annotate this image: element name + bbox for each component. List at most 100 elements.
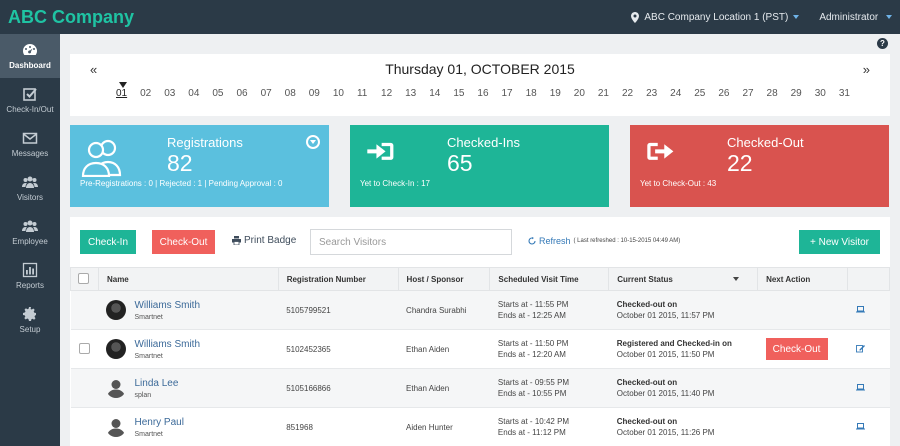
row-check-out-button[interactable]: Check-Out xyxy=(765,338,828,360)
visit-start: Starts at - 11:55 PM xyxy=(497,300,569,309)
day-22[interactable]: 22 xyxy=(622,88,646,99)
chevron-down-icon xyxy=(793,15,800,19)
checked-ins-card[interactable]: Checked-Ins 65 Yet to Check-In : 17 xyxy=(350,125,609,207)
last-refreshed-text: ( Last refreshed : 10-15-2015 04:49 AM) xyxy=(573,238,681,244)
day-05[interactable]: 05 xyxy=(212,88,236,99)
day-02[interactable]: 02 xyxy=(140,88,164,99)
yet-to-check-in: Yet to Check-In : 17 xyxy=(360,179,430,188)
day-07[interactable]: 07 xyxy=(261,88,285,99)
column-registration-number[interactable]: Registration Number xyxy=(277,267,399,291)
help-icon[interactable]: ? xyxy=(877,38,888,49)
registrations-card[interactable]: Registrations 82 Pre-Registrations : 0 |… xyxy=(70,125,329,207)
day-04[interactable]: 04 xyxy=(188,88,212,99)
search-visitors-input[interactable] xyxy=(310,229,512,255)
dashboard-icon xyxy=(23,44,37,55)
visitor-name-link[interactable]: Williams Smith xyxy=(134,339,200,350)
sidebar-item-employee[interactable]: Employee xyxy=(0,210,60,254)
laptop-icon[interactable] xyxy=(855,383,865,392)
print-badge-button[interactable]: Print Badge xyxy=(232,235,296,246)
user-silhouette-avatar xyxy=(107,419,126,437)
column-scheduled-visit-time[interactable]: Scheduled Visit Time xyxy=(489,267,610,291)
bar-chart-icon xyxy=(22,262,38,278)
refresh-button[interactable]: Refresh ( Last refreshed : 10-15-2015 04… xyxy=(528,236,680,246)
registration-number: 5102452365 xyxy=(278,329,399,369)
column-next-action[interactable]: Next Action xyxy=(757,267,848,291)
row-checkbox[interactable] xyxy=(78,342,90,354)
host-sponsor: Ethan Aiden xyxy=(398,368,490,408)
day-25[interactable]: 25 xyxy=(694,88,718,99)
table-row[interactable]: Linda Lee splan 5105166866 Ethan Aiden St… xyxy=(70,368,890,408)
day-23[interactable]: 23 xyxy=(646,88,670,99)
checked-ins-label: Checked-Ins xyxy=(447,135,520,150)
sign-in-icon xyxy=(367,142,394,160)
day-19[interactable]: 19 xyxy=(550,88,574,99)
day-16[interactable]: 16 xyxy=(477,88,501,99)
select-all-checkbox[interactable] xyxy=(78,272,89,284)
checked-out-card[interactable]: Checked-Out 22 Yet to Check-Out : 43 xyxy=(630,125,889,207)
sidebar-item-dashboard[interactable]: Dashboard xyxy=(0,34,60,78)
print-badge-label: Print Badge xyxy=(244,235,297,246)
registration-number: 851968 xyxy=(278,407,399,446)
employees-icon xyxy=(22,220,38,232)
day-06[interactable]: 06 xyxy=(236,88,260,99)
day-12[interactable]: 12 xyxy=(381,88,405,99)
table-row[interactable]: Williams Smith Smartnet 5102452365 Ethan … xyxy=(70,329,890,369)
sidebar-item-reports[interactable]: Reports xyxy=(0,254,60,298)
sidebar-item-label: Visitors xyxy=(16,193,44,202)
visitor-name-link[interactable]: Williams Smith xyxy=(134,300,200,311)
check-in-button[interactable]: Check-In xyxy=(80,230,136,254)
brand-logo[interactable]: ABC Company xyxy=(0,7,300,28)
day-31[interactable]: 31 xyxy=(839,88,863,99)
day-24[interactable]: 24 xyxy=(670,88,694,99)
day-10[interactable]: 10 xyxy=(333,88,357,99)
visitor-photo-avatar xyxy=(106,339,127,359)
day-09[interactable]: 09 xyxy=(309,88,333,99)
table-row[interactable]: Henry Paul Smartnet 851968 Aiden Hunter S… xyxy=(70,407,890,446)
day-29[interactable]: 29 xyxy=(791,88,815,99)
column-host-sponsor[interactable]: Host / Sponsor xyxy=(397,267,491,291)
column-current-status[interactable]: Current Status xyxy=(608,267,759,291)
date-title: Thursday 01, OCTOBER 2015 xyxy=(385,61,575,77)
day-30[interactable]: 30 xyxy=(815,88,839,99)
day-28[interactable]: 28 xyxy=(767,88,791,99)
location-selector[interactable]: ABC Company Location 1 (PST) xyxy=(631,11,800,23)
check-out-button[interactable]: Check-Out xyxy=(152,230,215,254)
visit-start: Starts at - 11:50 PM xyxy=(497,339,569,348)
day-01[interactable]: 01 xyxy=(116,88,140,99)
visitor-name-link[interactable]: Henry Paul xyxy=(134,417,183,428)
sidebar-item-check-in-out[interactable]: Check-In/Out xyxy=(0,78,60,122)
map-pin-icon xyxy=(631,11,640,23)
column-name[interactable]: Name xyxy=(97,267,279,291)
edit-icon[interactable] xyxy=(855,344,865,353)
expand-circle-icon[interactable] xyxy=(306,135,320,149)
day-18[interactable]: 18 xyxy=(526,88,550,99)
day-27[interactable]: 27 xyxy=(742,88,766,99)
day-14[interactable]: 14 xyxy=(429,88,453,99)
user-menu[interactable]: Administrator xyxy=(819,12,892,23)
day-13[interactable]: 13 xyxy=(405,88,429,99)
sidebar: Dashboard Check-In/Out Messages Visitors… xyxy=(0,34,60,446)
next-month-button[interactable]: » xyxy=(863,62,870,77)
day-21[interactable]: 21 xyxy=(598,88,622,99)
day-17[interactable]: 17 xyxy=(502,88,526,99)
day-03[interactable]: 03 xyxy=(164,88,188,99)
day-26[interactable]: 26 xyxy=(718,88,742,99)
status-title: Checked-out on xyxy=(616,417,678,426)
laptop-icon[interactable] xyxy=(855,422,865,431)
new-visitor-button[interactable]: + New Visitor xyxy=(799,230,880,254)
table-row[interactable]: Williams Smith Smartnet 5105799521 Chandr… xyxy=(70,290,890,330)
sidebar-item-setup[interactable]: Setup xyxy=(0,298,60,342)
laptop-icon[interactable] xyxy=(855,305,865,314)
visitor-name-link[interactable]: Linda Lee xyxy=(134,378,178,389)
user-silhouette-avatar xyxy=(107,380,126,398)
refresh-icon xyxy=(528,237,536,245)
sort-caret-icon[interactable] xyxy=(732,277,739,282)
refresh-label: Refresh xyxy=(539,236,571,246)
sidebar-item-label: Reports xyxy=(15,281,44,290)
day-20[interactable]: 20 xyxy=(574,88,598,99)
day-15[interactable]: 15 xyxy=(453,88,477,99)
sidebar-item-messages[interactable]: Messages xyxy=(0,122,60,166)
day-11[interactable]: 11 xyxy=(357,88,381,99)
day-08[interactable]: 08 xyxy=(285,88,309,99)
sidebar-item-visitors[interactable]: Visitors xyxy=(0,166,60,210)
